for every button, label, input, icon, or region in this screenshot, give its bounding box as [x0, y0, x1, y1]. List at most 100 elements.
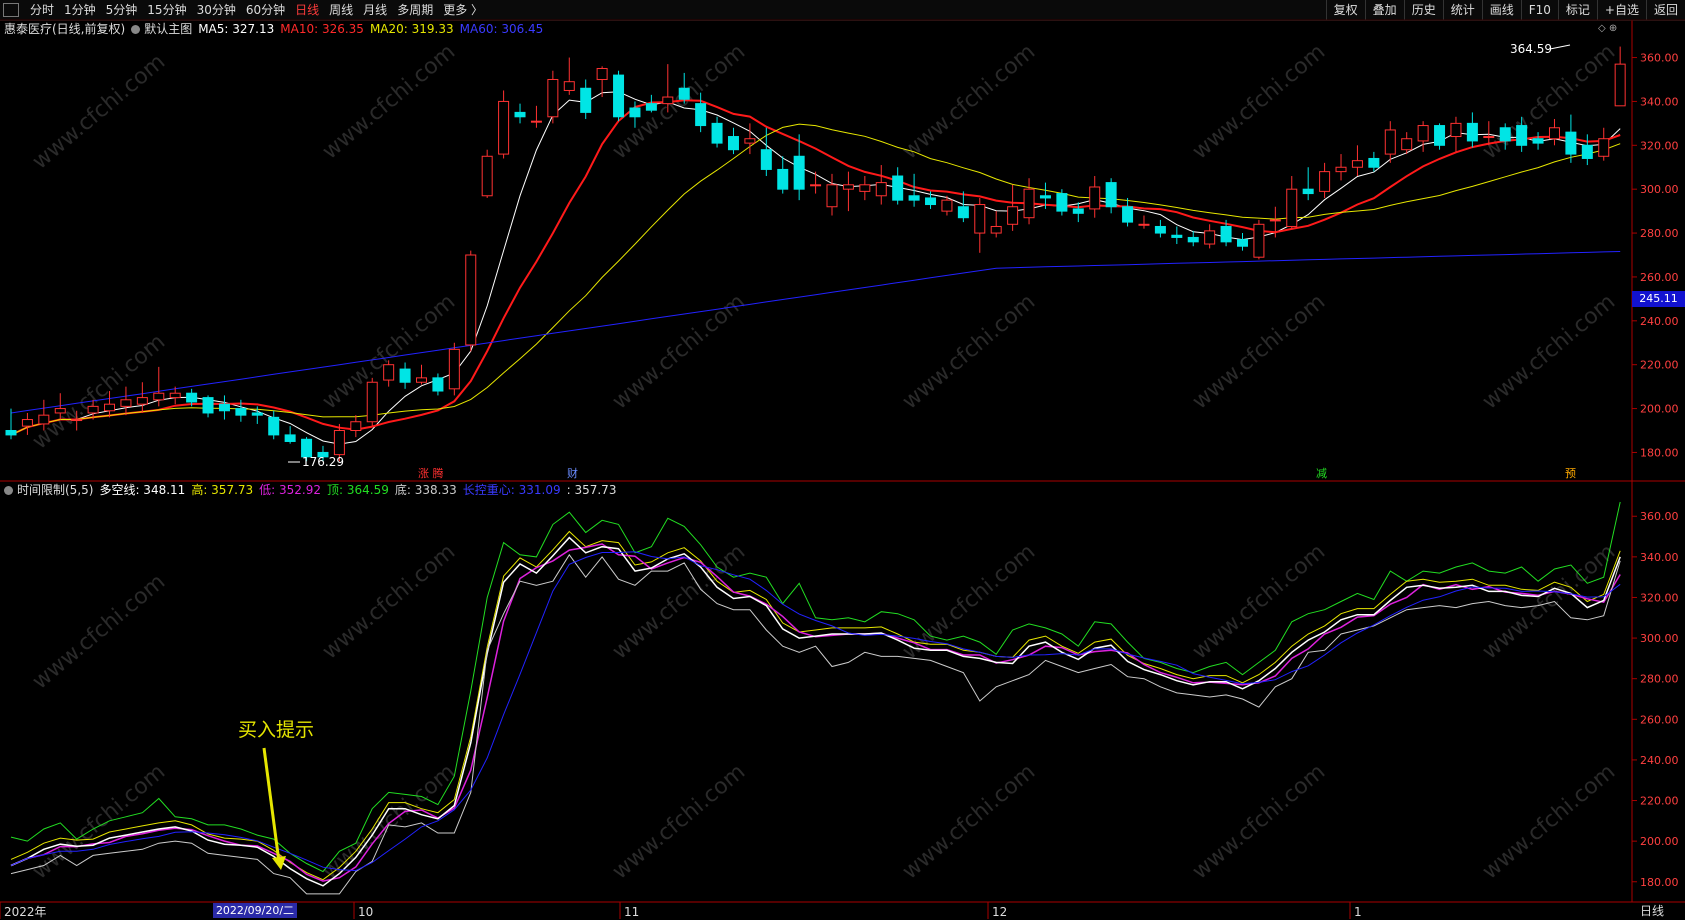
- ind-axis-label-7: 220.00: [1640, 795, 1679, 808]
- period-tab-3[interactable]: 15分钟: [142, 0, 191, 20]
- watermark-text: www.cfchi.com: [318, 759, 460, 884]
- main-axis-label-5: 260.00: [1640, 271, 1679, 284]
- candle-body-2: [38, 414, 50, 425]
- bottom-value: 底: 338.33: [394, 483, 457, 497]
- candle-body-90: [1483, 136, 1495, 139]
- candle-body-23: [383, 364, 395, 381]
- ma20-line: [10, 123, 1621, 436]
- chart-settings-icon[interactable]: [131, 24, 141, 34]
- candle-body-3: [54, 408, 66, 414]
- toolbar-action-7[interactable]: +自选: [1596, 0, 1646, 20]
- candle-body-14: [235, 408, 247, 416]
- candle-body-92: [1516, 125, 1528, 146]
- period-tab-2[interactable]: 5分钟: [101, 0, 143, 20]
- cursor-date-tag: 2022/09/20/二: [213, 903, 297, 918]
- watermark-text: www.cfchi.com: [318, 289, 460, 414]
- ma5-value: MA5: 327.13: [198, 22, 275, 36]
- candle-body-64: [1056, 193, 1068, 212]
- candle-body-1: [21, 419, 33, 427]
- watermark-text: www.cfchi.com: [898, 759, 1040, 884]
- candle-body-85: [1401, 138, 1413, 151]
- period-tab-9[interactable]: 多周期: [392, 0, 438, 20]
- kline-chart[interactable]: www.cfchi.com www.cfchi.com www.cfchi.com w…: [0, 0, 1685, 920]
- period-tab-1[interactable]: 1分钟: [59, 0, 101, 20]
- toolbar-action-4[interactable]: 画线: [1481, 0, 1521, 20]
- candle-body-36: [596, 68, 608, 80]
- ma60-line: [10, 251, 1621, 414]
- watermark-text: www.cfchi.com: [1478, 539, 1620, 664]
- candle-body-13: [218, 403, 230, 412]
- watermark-text: www.cfchi.com: [1188, 289, 1330, 414]
- x-axis-label-2: 11: [624, 905, 639, 919]
- period-tab-7[interactable]: 周线: [324, 0, 358, 20]
- watermark-text: www.cfchi.com: [1188, 539, 1330, 664]
- period-tab-0[interactable]: 分时: [25, 0, 59, 20]
- center-value: 长控重心: 331.09: [462, 483, 561, 497]
- candle-body-18: [301, 438, 313, 458]
- toolbar-action-5[interactable]: F10: [1520, 0, 1558, 20]
- candle-body-61: [1007, 206, 1019, 225]
- candle-body-32: [530, 120, 542, 123]
- candle-body-84: [1384, 129, 1396, 155]
- candle-body-33: [547, 78, 559, 118]
- candle-body-91: [1499, 127, 1511, 142]
- x-axis-label-0: 2022年: [4, 905, 47, 919]
- candle-body-77: [1269, 219, 1281, 222]
- candle-body-20: [333, 430, 345, 456]
- candle-body-78: [1286, 188, 1298, 227]
- candle-body-22: [366, 381, 378, 423]
- toolbar-action-1[interactable]: 叠加: [1364, 0, 1404, 20]
- ind-axis-label-6: 240.00: [1640, 754, 1679, 767]
- ind-low-line: [10, 543, 1621, 882]
- candle-body-63: [1039, 195, 1051, 199]
- candle-body-41: [678, 87, 690, 100]
- candle-body-29: [481, 155, 493, 197]
- watermark-text: www.cfchi.com: [1478, 289, 1620, 414]
- period-label[interactable]: 日线: [1640, 903, 1664, 919]
- candle-body-54: [892, 175, 904, 201]
- watermark-text: www.cfchi.com: [1188, 39, 1330, 164]
- period-tab-6[interactable]: 日线: [290, 0, 324, 20]
- indicator-settings-icon[interactable]: [4, 485, 13, 495]
- main-axis-label-9: 180.00: [1640, 446, 1679, 459]
- chart-name[interactable]: 默认主图: [144, 21, 192, 37]
- candle-body-31: [514, 111, 526, 118]
- toolbar-action-0[interactable]: 复权: [1325, 0, 1365, 20]
- event-jian-marker: 减: [1316, 467, 1327, 480]
- period-tab-5[interactable]: 60分钟: [241, 0, 290, 20]
- toolbar-action-8[interactable]: 返回: [1645, 0, 1685, 20]
- stock-title[interactable]: 惠泰医疗(日线,前复权): [4, 21, 125, 37]
- candle-body-96: [1581, 144, 1593, 159]
- candle-body-65: [1072, 208, 1084, 214]
- candle-body-94: [1548, 127, 1560, 140]
- indicator-lines: [10, 501, 1621, 895]
- candle-body-69: [1138, 223, 1150, 226]
- period-tab-10[interactable]: 更多 〉: [438, 0, 488, 20]
- menu-icon[interactable]: [3, 3, 19, 17]
- watermark-text: www.cfchi.com: [608, 539, 750, 664]
- period-tabs: 分时 1分钟 5分钟 15分钟 30分钟 60分钟 日线 周线 月线 多周期 更多 〉: [25, 0, 488, 20]
- candle-body-38: [629, 107, 641, 118]
- period-tab-8[interactable]: 月线: [358, 0, 392, 20]
- indicator-name[interactable]: 时间限制(5,5): [17, 482, 93, 498]
- candle-body-9: [153, 392, 165, 401]
- candle-body-60: [990, 225, 1002, 234]
- ind-axis-label-4: 280.00: [1640, 673, 1679, 686]
- candle-body-53: [875, 182, 887, 197]
- toolbar-action-6[interactable]: 标记: [1557, 0, 1597, 20]
- low-value: 低: 352.92: [259, 483, 322, 497]
- toolbar-action-2[interactable]: 历史: [1403, 0, 1443, 20]
- period-tab-4[interactable]: 30分钟: [192, 0, 241, 20]
- watermark-text: www.cfchi.com: [608, 759, 750, 884]
- toolbar-action-3[interactable]: 统计: [1442, 0, 1482, 20]
- indicator-legend: 时间限制(5,5) 多空线: 348.11 高: 357.73 低: 352.9…: [4, 482, 622, 498]
- main-axis-label-6: 240.00: [1640, 315, 1679, 328]
- watermark-text: www.cfchi.com: [898, 539, 1040, 664]
- main-axis-label-4: 280.00: [1640, 227, 1679, 240]
- candle-body-89: [1466, 122, 1478, 142]
- candle-body-34: [563, 81, 575, 91]
- candle-body-87: [1434, 125, 1446, 146]
- main-axis-label-0: 360.00: [1640, 52, 1679, 65]
- chart-expand-icon[interactable]: ◇ ⊕: [1598, 23, 1617, 34]
- ind-axis-label-5: 260.00: [1640, 713, 1679, 726]
